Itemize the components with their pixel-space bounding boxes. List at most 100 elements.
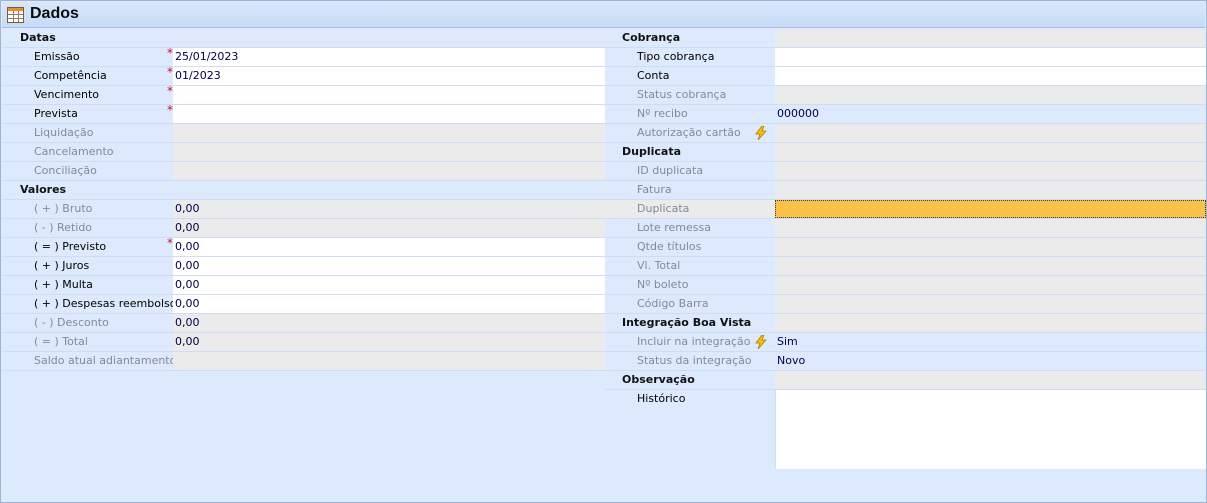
row-status-integracao: Status da integração Novo <box>605 352 1206 371</box>
despesas-label: ( + ) Despesas reembolso <box>2 295 173 313</box>
emissao-field[interactable]: 25/01/2023 <box>173 48 605 66</box>
row-incluir-integracao: Incluir na integração Sim <box>605 333 1206 352</box>
row-duplicata: Duplicata <box>605 200 1206 219</box>
saldo-field <box>173 352 605 370</box>
juros-label: ( + ) Juros <box>2 257 173 275</box>
conciliacao-field <box>173 162 605 180</box>
prevista-label: Prevista <box>2 105 173 123</box>
duplicata-label: Duplicata <box>605 200 775 218</box>
conta-field[interactable] <box>775 67 1206 85</box>
despesas-field[interactable]: 0,00 <box>173 295 605 313</box>
row-cancelamento: Cancelamento <box>2 143 605 162</box>
lote-remessa-field <box>775 219 1206 237</box>
previsto-label: ( = ) Previsto <box>2 238 173 256</box>
duplicata-field[interactable] <box>775 200 1206 218</box>
desconto-field: 0,00 <box>173 314 605 332</box>
vl-total-field <box>775 257 1206 275</box>
lightning-icon[interactable] <box>755 126 767 140</box>
tipo-cobranca-field[interactable] <box>775 48 1206 66</box>
prevista-field[interactable] <box>173 105 605 123</box>
panel-title: Dados <box>30 5 79 22</box>
section-cobranca[interactable]: Cobrança <box>605 29 1206 48</box>
cancelamento-field <box>173 143 605 161</box>
section-label: Duplicata <box>605 143 775 161</box>
row-retido: ( - ) Retido 0,00 <box>2 219 605 238</box>
status-integracao-label: Status da integração <box>605 352 775 370</box>
row-emissao: Emissão * 25/01/2023 <box>2 46 605 67</box>
id-duplicata-label: ID duplicata <box>605 162 775 180</box>
qtde-titulos-field <box>775 238 1206 256</box>
row-saldo: Saldo atual adiantamento <box>2 352 605 371</box>
row-id-duplicata: ID duplicata <box>605 162 1206 181</box>
id-duplicata-field <box>775 162 1206 180</box>
bruto-label: ( + ) Bruto <box>2 200 173 218</box>
historico-textarea[interactable] <box>775 390 1206 469</box>
previsto-field[interactable]: 0,00 <box>173 238 605 256</box>
section-duplicata[interactable]: Duplicata <box>605 143 1206 162</box>
row-conta: Conta <box>605 67 1206 86</box>
total-label: ( = ) Total <box>2 333 173 351</box>
row-competencia: Competência * 01/2023 <box>2 65 605 86</box>
conciliacao-label: Conciliação <box>2 162 173 180</box>
row-despesas: ( + ) Despesas reembolso 0,00 <box>2 295 605 314</box>
incluir-integracao-label: Incluir na integração <box>605 333 775 351</box>
status-cobranca-label: Status cobrança <box>605 86 775 104</box>
qtde-titulos-label: Qtde títulos <box>605 238 775 256</box>
panel-titlebar: Dados <box>2 2 1205 28</box>
row-prevista: Prevista * <box>2 103 605 124</box>
liquidacao-label: Liquidação <box>2 124 173 142</box>
historico-label: Histórico <box>605 390 775 409</box>
competencia-field[interactable]: 01/2023 <box>173 67 605 85</box>
liquidacao-field <box>173 124 605 142</box>
recibo-field: 000000 <box>775 105 1206 123</box>
row-historico: Histórico <box>605 390 1206 470</box>
section-label: Integração Boa Vista <box>605 314 775 332</box>
vencimento-field[interactable] <box>173 86 605 104</box>
row-status-cobranca: Status cobrança <box>605 86 1206 105</box>
section-label: Valores <box>2 181 173 199</box>
codigo-barra-field <box>775 295 1206 313</box>
retido-label: ( - ) Retido <box>2 219 173 237</box>
row-tipo-cobranca: Tipo cobrança <box>605 48 1206 67</box>
table-grid-icon <box>7 7 24 23</box>
retido-field: 0,00 <box>173 219 605 237</box>
total-field: 0,00 <box>173 333 605 351</box>
autorizacao-cartao-label: Autorização cartão <box>605 124 775 142</box>
fatura-field <box>775 181 1206 199</box>
saldo-label: Saldo atual adiantamento <box>2 352 173 370</box>
row-autorizacao-cartao: Autorização cartão <box>605 124 1206 143</box>
dados-panel: Dados Datas Emissão * 25/01/2023 Competê… <box>0 0 1207 503</box>
tipo-cobranca-label: Tipo cobrança <box>605 48 775 66</box>
multa-field[interactable]: 0,00 <box>173 276 605 294</box>
right-property-grid: Cobrança Tipo cobrança Conta Status cobr… <box>605 29 1206 470</box>
boleto-label: Nº boleto <box>605 276 775 294</box>
bruto-field: 0,00 <box>173 200 605 218</box>
row-juros: ( + ) Juros 0,00 <box>2 257 605 276</box>
emissao-label: Emissão <box>2 48 173 66</box>
boleto-field <box>775 276 1206 294</box>
row-bruto: ( + ) Bruto 0,00 <box>2 200 605 219</box>
codigo-barra-label: Código Barra <box>605 295 775 313</box>
vencimento-label: Vencimento <box>2 86 173 104</box>
status-cobranca-field <box>775 86 1206 104</box>
cancelamento-label: Cancelamento <box>2 143 173 161</box>
section-datas[interactable]: Datas <box>2 29 605 48</box>
section-integracao[interactable]: Integração Boa Vista <box>605 314 1206 333</box>
autorizacao-cartao-field <box>775 124 1206 142</box>
lightning-icon[interactable] <box>755 335 767 349</box>
section-observacao[interactable]: Observação <box>605 371 1206 390</box>
row-vl-total: Vl. Total <box>605 257 1206 276</box>
row-recibo: Nº recibo 000000 <box>605 105 1206 124</box>
row-desconto: ( - ) Desconto 0,00 <box>2 314 605 333</box>
section-valores[interactable]: Valores <box>2 181 605 200</box>
desconto-label: ( - ) Desconto <box>2 314 173 332</box>
row-conciliacao: Conciliação <box>2 162 605 181</box>
left-property-grid: Datas Emissão * 25/01/2023 Competência *… <box>2 29 605 371</box>
juros-field[interactable]: 0,00 <box>173 257 605 275</box>
section-label: Observação <box>605 371 775 389</box>
lote-remessa-label: Lote remessa <box>605 219 775 237</box>
row-vencimento: Vencimento * <box>2 84 605 105</box>
competencia-label: Competência <box>2 67 173 85</box>
row-total: ( = ) Total 0,00 <box>2 333 605 352</box>
row-qtde-titulos: Qtde títulos <box>605 238 1206 257</box>
